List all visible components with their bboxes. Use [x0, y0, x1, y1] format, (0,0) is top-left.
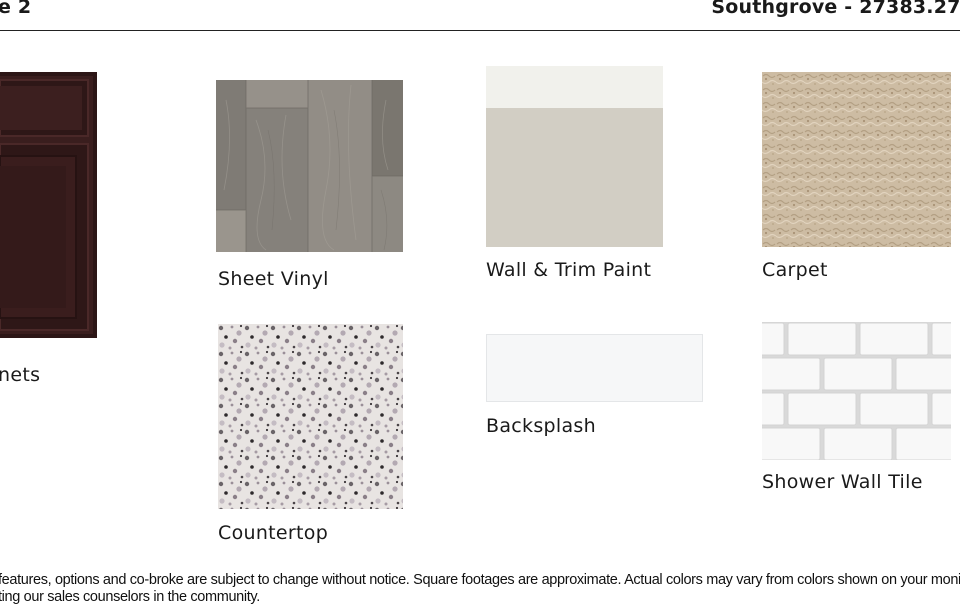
sheet-vinyl-label: Sheet Vinyl [218, 268, 329, 290]
page-number-header: e 2 [0, 0, 32, 18]
cabinets-swatch [0, 72, 97, 338]
shower-wall-tile-label: Shower Wall Tile [762, 471, 923, 493]
sheet-vinyl-swatch [216, 80, 403, 252]
disclaimer-line-1: features, options and co-broke are subje… [0, 572, 960, 588]
wall-trim-paint-label: Wall & Trim Paint [486, 259, 652, 281]
backsplash-swatch [486, 334, 703, 402]
countertop-swatch [218, 324, 403, 509]
header-divider [0, 30, 960, 31]
cabinets-label: nets [0, 364, 41, 386]
carpet-swatch [762, 72, 951, 247]
backsplash-label: Backsplash [486, 415, 596, 437]
shower-wall-tile-swatch [762, 322, 951, 460]
wall-trim-paint-swatch [486, 66, 663, 247]
countertop-label: Countertop [218, 522, 329, 544]
wall-color-chip [486, 108, 663, 247]
carpet-label: Carpet [762, 259, 828, 281]
community-plan-header: Southgrove - 27383.274 [711, 0, 960, 18]
disclaimer-line-2: ting our sales counselors in the communi… [0, 589, 260, 605]
trim-color-chip [486, 66, 663, 108]
